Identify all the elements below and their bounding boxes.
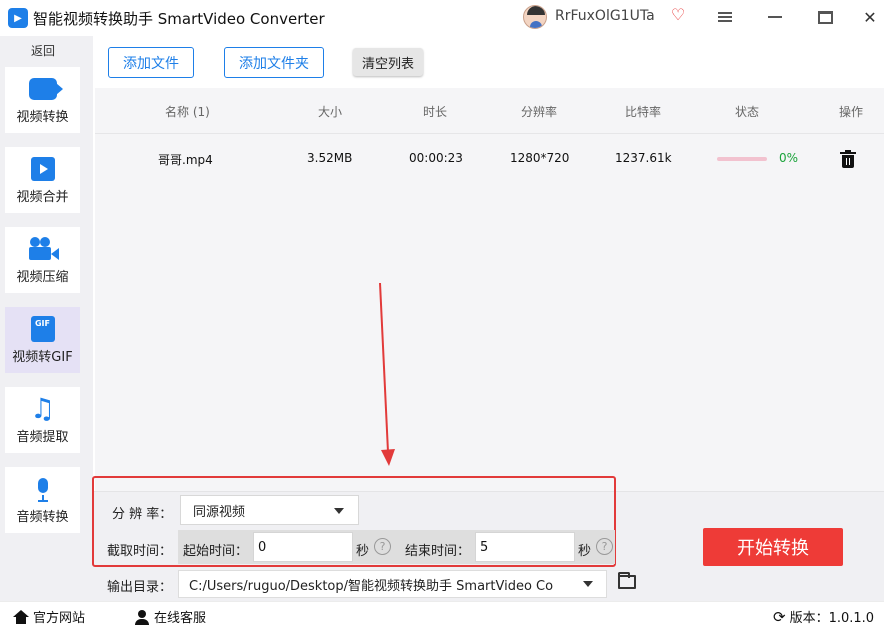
refresh-icon: ⟳ bbox=[773, 607, 786, 626]
sidebar-item-label: 视频转GIF bbox=[12, 349, 73, 365]
end-time-label: 结束时间： bbox=[405, 544, 471, 559]
minimize-button[interactable] bbox=[757, 2, 793, 32]
open-folder-icon[interactable] bbox=[618, 572, 636, 589]
file-bitrate: 1237.61k bbox=[615, 151, 672, 165]
progress-percent: 0% bbox=[779, 151, 799, 165]
sidebar-item-label: 视频转换 bbox=[16, 109, 69, 125]
output-dir-select[interactable]: C:/Users/ruguo/Desktop/智能视频转换助手 SmartVid… bbox=[178, 570, 607, 598]
video-compress-icon bbox=[28, 236, 59, 261]
sidebar-item-audio-convert[interactable]: 音频转换 bbox=[5, 467, 80, 533]
back-button[interactable]: 返回 bbox=[0, 40, 86, 62]
column-header-resolution: 分辨率 bbox=[521, 105, 558, 119]
sidebar-item-video-convert[interactable]: 视频转换 bbox=[5, 67, 80, 133]
file-duration: 00:00:23 bbox=[409, 151, 463, 165]
video-convert-icon bbox=[28, 77, 63, 100]
vip-heart-icon[interactable]: ♡ bbox=[669, 6, 687, 24]
add-folder-button[interactable]: 添加文件夹 bbox=[224, 47, 324, 78]
end-time-input[interactable]: 5 bbox=[475, 532, 575, 562]
official-website-label: 官方网站 bbox=[33, 611, 86, 626]
resolution-select[interactable]: 同源视频 bbox=[180, 495, 359, 525]
column-header-status: 状态 bbox=[735, 105, 760, 119]
clip-time-label: 截取时间： bbox=[107, 544, 173, 559]
table-row[interactable]: 哥哥.mp4 3.52MB 00:00:23 1280*720 1237.61k… bbox=[95, 136, 884, 182]
column-header-actions: 操作 bbox=[839, 105, 864, 119]
resolution-label: 分 辨 率： bbox=[112, 507, 173, 522]
column-header-duration: 时长 bbox=[423, 105, 448, 119]
start-convert-button[interactable]: 开始转换 bbox=[703, 528, 843, 566]
column-header-size: 大小 bbox=[318, 105, 343, 119]
close-button[interactable]: ✕ bbox=[857, 2, 883, 32]
file-size: 3.52MB bbox=[307, 151, 353, 165]
progress-bar bbox=[717, 157, 767, 161]
app-logo-icon: ▶ bbox=[8, 8, 28, 28]
sidebar-item-label: 音频提取 bbox=[16, 429, 69, 445]
sidebar-item-video-merge[interactable]: 视频合并 bbox=[5, 147, 80, 213]
annotation-arrow bbox=[379, 282, 395, 466]
video-merge-icon bbox=[30, 156, 55, 181]
start-help-icon[interactable]: ? bbox=[374, 538, 391, 555]
add-file-button[interactable]: 添加文件 bbox=[108, 47, 194, 78]
footer: 官方网站 在线客服 ⟳ 版本：1.0.1.0 bbox=[0, 601, 884, 627]
end-help-icon[interactable]: ? bbox=[596, 538, 613, 555]
minimize-icon bbox=[768, 16, 782, 18]
output-dir-path: C:/Users/ruguo/Desktop/智能视频转换助手 SmartVid… bbox=[189, 578, 554, 594]
official-website-link[interactable]: 官方网站 bbox=[13, 607, 85, 626]
sidebar-item-video-compress[interactable]: 视频压缩 bbox=[5, 227, 80, 293]
sidebar-item-label: 视频压缩 bbox=[16, 269, 69, 285]
file-table: 名称 (1) 大小 时长 分辨率 比特率 状态 操作 哥哥.mp4 3.52MB… bbox=[95, 88, 884, 491]
menu-button[interactable] bbox=[707, 2, 743, 32]
music-note-icon: ♫ bbox=[29, 391, 56, 425]
column-header-bitrate: 比特率 bbox=[625, 105, 662, 119]
end-seconds-unit: 秒 bbox=[578, 544, 592, 559]
start-seconds-unit: 秒 bbox=[356, 544, 370, 559]
user-avatar[interactable] bbox=[523, 5, 547, 29]
app-title: 智能视频转换助手 SmartVideo Converter bbox=[33, 10, 325, 28]
chevron-down-icon bbox=[334, 508, 344, 514]
maximize-button[interactable] bbox=[807, 2, 843, 32]
start-time-input[interactable]: 0 bbox=[253, 532, 353, 562]
username[interactable]: RrFuxOlG1UTa bbox=[555, 8, 655, 24]
sidebar-item-label: 视频合并 bbox=[16, 189, 69, 205]
version-label: 版本：1.0.1.0 bbox=[789, 611, 875, 626]
resolution-value: 同源视频 bbox=[193, 504, 246, 520]
maximize-icon bbox=[817, 10, 833, 24]
gif-icon: GIF bbox=[30, 315, 55, 342]
toolbar: 添加文件 添加文件夹 清空列表 bbox=[93, 36, 884, 86]
microphone-icon bbox=[36, 477, 50, 502]
hamburger-icon bbox=[718, 12, 732, 22]
output-dir-label: 输出目录： bbox=[107, 580, 173, 595]
close-icon: ✕ bbox=[863, 7, 877, 27]
version-info[interactable]: ⟳ 版本：1.0.1.0 bbox=[773, 607, 875, 627]
sidebar: 返回 视频转换 视频合并 视频压缩 GIF 视频转GIF ♫ 音频提取 音频转换 bbox=[0, 36, 93, 601]
sidebar-item-audio-extract[interactable]: ♫ 音频提取 bbox=[5, 387, 80, 453]
support-agent-icon bbox=[134, 609, 150, 625]
online-support-label: 在线客服 bbox=[154, 611, 207, 626]
file-resolution: 1280*720 bbox=[510, 151, 570, 165]
delete-trash-icon[interactable] bbox=[840, 150, 856, 168]
file-name: 哥哥.mp4 bbox=[158, 153, 213, 167]
column-header-name: 名称 (1) bbox=[165, 105, 210, 119]
title-bar: ▶ 智能视频转换助手 SmartVideo Converter RrFuxOlG… bbox=[0, 0, 884, 36]
start-time-label: 起始时间： bbox=[183, 544, 249, 559]
chevron-down-icon[interactable] bbox=[583, 581, 593, 587]
sidebar-item-label: 音频转换 bbox=[16, 509, 69, 525]
home-icon bbox=[13, 609, 29, 624]
table-header: 名称 (1) 大小 时长 分辨率 比特率 状态 操作 bbox=[95, 88, 884, 134]
online-support-link[interactable]: 在线客服 bbox=[134, 607, 206, 626]
clear-list-button[interactable]: 清空列表 bbox=[353, 48, 423, 76]
sidebar-item-video-to-gif[interactable]: GIF 视频转GIF bbox=[5, 307, 80, 373]
